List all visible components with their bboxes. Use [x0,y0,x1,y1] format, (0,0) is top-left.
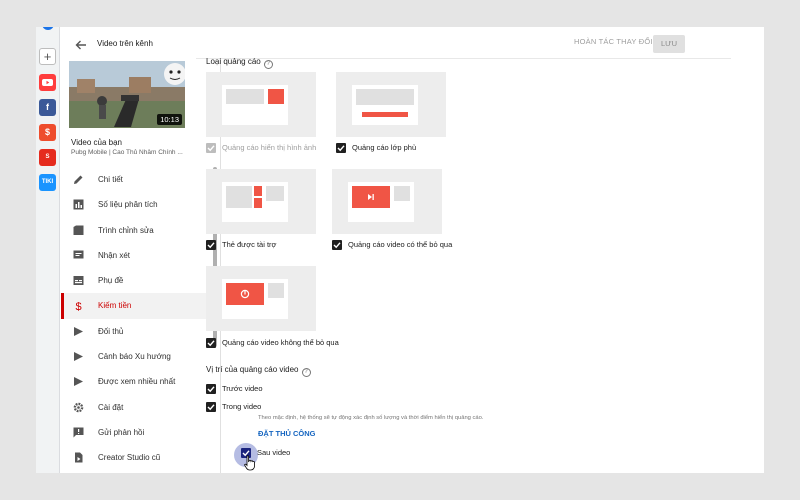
preview-screen [348,182,414,222]
ad-types-title: Loại quảng cáo [206,57,261,66]
undo-changes-button[interactable]: HOÀN TÁC THAY ĐỔI [574,37,653,46]
sidebar-item-label: Creator Studio cũ [98,453,161,463]
skippable-video-ad-preview [332,169,442,234]
bar-chart-icon [73,199,84,210]
help-icon[interactable]: ? [301,368,311,377]
video-title: Video của bạn [71,138,123,147]
sidebar-item-label: Trình chỉnh sửa [98,225,154,235]
youtube-icon[interactable] [39,74,56,91]
sidebar-item-label: Đối thủ [98,326,124,336]
checkbox-checked-icon [206,240,216,250]
preview-screen [222,182,288,222]
checkbox-label: Sau video [257,448,291,457]
action-bar: HOÀN TÁC THAY ĐỔI LƯU [196,27,731,59]
overlay-ad-preview [336,72,446,137]
preview-screen [352,85,418,125]
shopee-icon[interactable]: $ [39,124,56,141]
video-duration: 10:13 [157,114,182,125]
checkbox-label: Thẻ được tài trợ [222,240,277,249]
sendo-icon[interactable]: S [39,149,56,166]
sidebar-item-details[interactable]: Chi tiết [61,167,213,192]
checkbox-checked-icon [206,338,216,348]
checkbox-checked-icon [206,143,216,153]
sidebar-item-label: Gửi phản hồi [98,427,145,437]
pencil-icon [74,175,83,184]
gear-icon [73,402,84,412]
sidebar-item-trend-alerts[interactable]: Cảnh báo Xu hướng [61,344,213,369]
checkbox-label: Trước video [222,384,263,393]
studio-icon [75,452,83,463]
non-skippable-video-ad-preview [206,266,316,331]
comment-icon [73,250,84,259]
checkbox-checked-icon [206,384,216,394]
tiki-icon[interactable]: TIKI [39,174,56,191]
ad-positions-title: Vị trí của quảng cáo video [206,365,299,374]
sidebar-item-settings[interactable]: Cài đặt [61,395,213,420]
set-manually-link[interactable]: ĐẶT THỦ CÔNG [258,429,316,438]
preview-screen [222,85,288,125]
sidebar-item-classic-studio[interactable]: Creator Studio cũ [61,445,213,470]
save-button[interactable]: LƯU [653,35,685,53]
video-subtitle: Pubg Mobile | Cao Thủ Nhâm Chính ... [71,149,183,156]
mid-roll-hint: Theo mặc định, hệ thống sẽ tự động xác đ… [258,415,484,421]
checkbox-checked-icon [336,143,346,153]
film-icon [73,225,84,235]
app-window: + f $ S TIKI Video trên kênh 10:13 Video… [36,27,764,473]
checkbox-label: Quảng cáo video có thể bỏ qua [348,240,453,249]
sidebar-item-comments[interactable]: Nhận xét [61,243,213,268]
monetization-panel: HOÀN TÁC THAY ĐỔI LƯU Loại quảng cáo? Qu… [196,27,764,473]
dollar-icon: $ [75,301,81,311]
browser-logo-icon [42,27,54,30]
preview-screen [222,279,288,319]
feedback-icon [73,427,84,438]
checkbox-label: Trong video [222,402,262,411]
sidebar-item-label: Nhận xét [98,250,131,260]
sidebar-item-label: Cài đặt [98,402,124,412]
subtitles-icon [73,276,84,286]
sidebar-item-label: Số liệu phân tích [98,200,158,210]
sidebar-item-most-viewed[interactable]: Được xem nhiều nhất [61,369,213,394]
ad-types-heading: Loại quảng cáo? [206,57,273,69]
checkbox-label: Quảng cáo video không thể bỏ qua [222,338,339,347]
checkbox-label: Quảng cáo lớp phủ [352,143,417,152]
display-ad-preview [206,72,316,137]
sidebar-item-editor[interactable]: Trình chỉnh sửa [61,218,213,243]
sponsored-card-preview [206,169,316,234]
sidebar-title: Video trên kênh [97,39,153,48]
back-arrow-icon[interactable] [73,37,89,53]
hand-cursor-icon [244,455,255,471]
sidebar-item-label: Được xem nhiều nhất [98,377,176,387]
checkbox-label: Quảng cáo hiển thị hình ảnh [222,143,317,152]
play-icon [74,377,83,387]
sidebar-item-label: Chi tiết [98,175,123,184]
video-thumbnail[interactable]: 10:13 [69,61,185,128]
sidebar-item-label: Cảnh báo Xu hướng [98,352,171,362]
sidebar-item-label: Phụ đề [98,276,124,286]
sidebar-item-subtitles[interactable]: Phụ đề [61,268,213,293]
checkbox-checked-icon [332,240,342,250]
svg-text:$: $ [75,301,81,311]
facebook-icon[interactable]: f [39,99,56,116]
add-extension-button[interactable]: + [39,48,56,65]
extension-rail: + f $ S TIKI [36,27,60,473]
play-icon [74,352,83,362]
sidebar-item-label: Kiếm tiền [98,301,132,311]
play-icon [74,326,83,336]
sidebar-item-monetization[interactable]: $ Kiếm tiền [61,293,213,320]
ad-positions-heading: Vị trí của quảng cáo video? [206,365,311,377]
sidebar-item-competitors[interactable]: Đối thủ [61,319,213,344]
sidebar-item-analytics[interactable]: Số liệu phân tích [61,192,213,217]
checkbox-checked-icon [206,402,216,412]
help-icon[interactable]: ? [263,60,273,69]
sidebar-item-feedback[interactable]: Gửi phản hồi [61,420,213,445]
